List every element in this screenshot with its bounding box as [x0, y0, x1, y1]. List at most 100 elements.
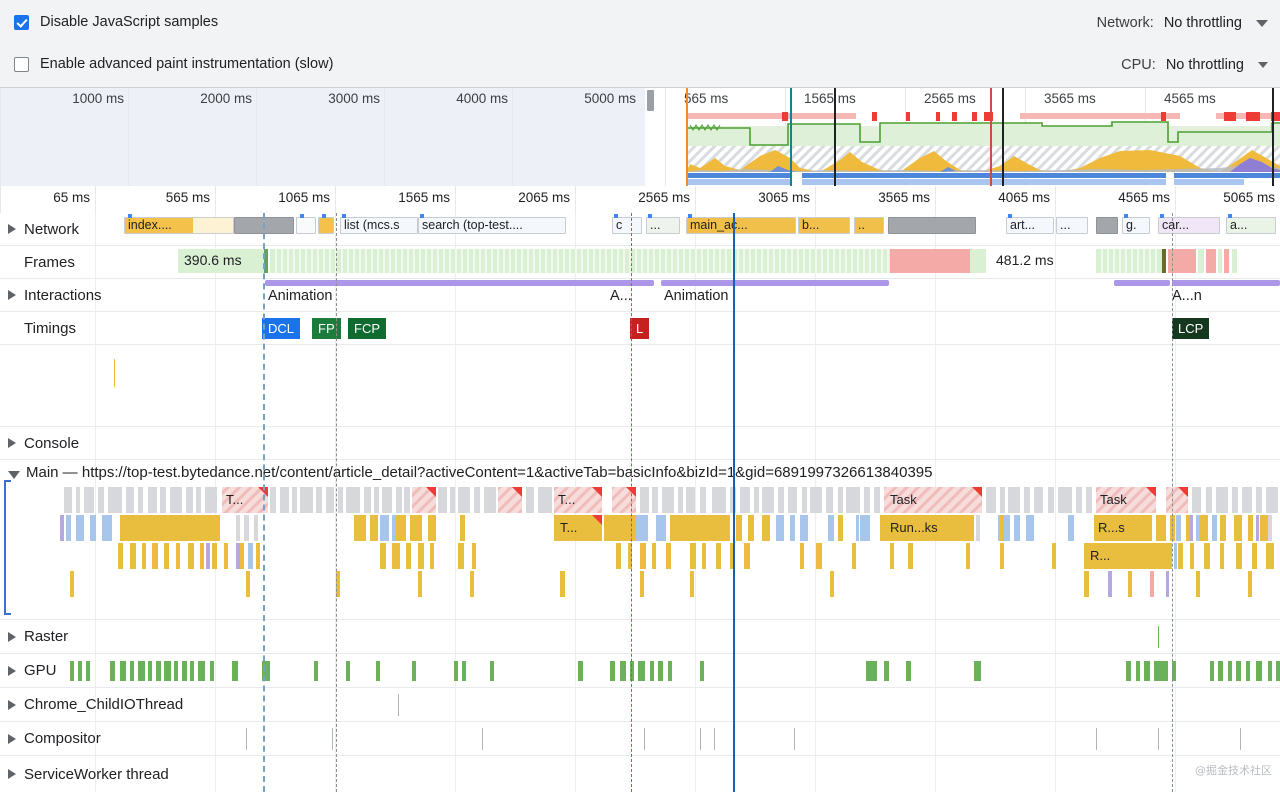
request-label: art... — [1010, 218, 1036, 232]
ruler-tick: 565 ms — [95, 186, 216, 213]
interaction-bar[interactable] — [661, 280, 889, 286]
ruler-tick: 2065 ms — [455, 186, 576, 213]
track-network-header[interactable]: Network — [0, 213, 79, 245]
flame-event-label: T... — [560, 520, 578, 535]
track-frames[interactable]: Frames 390.6 ms 481.2 ms — [0, 246, 1280, 279]
triangle-right-icon[interactable] — [8, 438, 16, 448]
flame-event-label: R...s — [1098, 520, 1125, 535]
track-interactions[interactable]: Interactions Animation A... Animation A.… — [0, 279, 1280, 312]
track-compositor-label: Compositor — [24, 730, 101, 747]
flame-event-label: Task — [1100, 492, 1127, 507]
main-flame-chart[interactable]: T... T... Task Task T... Run...ks R...s … — [0, 487, 1280, 617]
network-throttling-control[interactable]: Network: No throttling — [1097, 15, 1268, 31]
frame-duration-label: 390.6 ms — [184, 252, 242, 268]
triangle-right-icon[interactable] — [8, 733, 16, 744]
interaction-bar[interactable] — [265, 280, 623, 286]
network-request[interactable]: car... — [1158, 217, 1220, 234]
request-label: list (mcs.s — [344, 218, 400, 232]
chevron-down-icon[interactable] — [1256, 19, 1268, 27]
ruler-tick: 5065 ms — [1175, 186, 1280, 213]
compositor-tick — [794, 728, 795, 750]
track-raster[interactable]: Raster — [0, 620, 1280, 654]
compositor-tick — [332, 728, 333, 750]
network-request[interactable]: ... — [1056, 217, 1088, 234]
network-request[interactable] — [234, 217, 294, 234]
timing-badge-lcp[interactable]: LCP — [1172, 318, 1210, 339]
network-request[interactable] — [1096, 217, 1118, 234]
interaction-label: A... — [610, 288, 632, 304]
network-request[interactable]: a... — [1226, 217, 1276, 234]
timing-badge-dcl[interactable]: DCL — [262, 318, 301, 339]
track-console[interactable]: Console — [0, 427, 1280, 460]
network-request[interactable]: list (mcs.s — [340, 217, 418, 234]
cpu-throttling-control[interactable]: CPU: No throttling — [1121, 57, 1268, 73]
network-request[interactable] — [888, 217, 976, 234]
flame-event-label: T... — [558, 492, 576, 507]
ruler-tick: 2565 ms — [575, 186, 696, 213]
overview-marker-load — [990, 88, 992, 186]
capture-settings-toolbar: Disable JavaScript samples Enable advanc… — [0, 0, 1280, 88]
network-request[interactable] — [296, 217, 316, 234]
timing-badge-l[interactable]: L — [630, 318, 650, 339]
advanced-paint-instrumentation-checkbox[interactable] — [14, 56, 29, 72]
compositor-tick — [644, 728, 645, 750]
interaction-bar[interactable] — [1172, 280, 1280, 286]
triangle-right-icon[interactable] — [8, 290, 16, 300]
track-timings[interactable]: Timings DCL FP FCP L LCP — [0, 312, 1280, 345]
flame-chart-tracks[interactable]: Network index.... list (mcs.s search (to… — [0, 213, 1280, 792]
track-console-label: Console — [24, 434, 80, 452]
disable-js-samples-row[interactable]: Disable JavaScript samples — [14, 14, 218, 30]
ruler-tick: 4065 ms — [935, 186, 1056, 213]
track-gpu[interactable]: GPU — [0, 654, 1280, 688]
network-request[interactable]: search (top-test.... — [418, 217, 566, 234]
compositor-tick — [1240, 728, 1241, 750]
disable-js-samples-checkbox[interactable] — [14, 14, 29, 30]
network-request[interactable]: ... — [646, 217, 680, 234]
ruler-tick: 1565 ms — [335, 186, 456, 213]
network-request[interactable]: g. — [1122, 217, 1150, 234]
triangle-down-icon[interactable] — [8, 471, 20, 479]
advanced-paint-instrumentation-row[interactable]: Enable advanced paint instrumentation (s… — [14, 56, 333, 72]
track-serviceworker-thread-header[interactable]: ServiceWorker thread — [0, 756, 169, 792]
network-request[interactable]: .. — [854, 217, 884, 234]
timing-badge-fp[interactable]: FP — [312, 318, 341, 339]
timeline-cursor[interactable] — [733, 213, 735, 792]
overview-window-handle-left[interactable] — [647, 90, 654, 111]
timeline-overview[interactable]: 1000 ms 2000 ms 3000 ms 4000 ms 5000 ms … — [0, 88, 1280, 187]
network-request[interactable]: art... — [1006, 217, 1054, 234]
cio-tick — [398, 694, 399, 716]
track-serviceworker-thread[interactable]: ServiceWorker thread — [0, 756, 1280, 792]
interaction-bar[interactable] — [1114, 280, 1170, 286]
track-compositor-header[interactable]: Compositor — [0, 722, 101, 755]
network-request[interactable]: main_ac... — [686, 217, 796, 234]
triangle-right-icon[interactable] — [8, 699, 16, 710]
compositor-tick — [1096, 728, 1097, 750]
track-compositor[interactable]: Compositor — [0, 722, 1280, 756]
timing-badge-fcp[interactable]: FCP — [348, 318, 386, 339]
timeline-ruler: 65 ms 565 ms 1065 ms 1565 ms 2065 ms 256… — [0, 186, 1280, 214]
network-request[interactable] — [318, 217, 334, 234]
track-chrome-childiothread[interactable]: Chrome_ChildIOThread — [0, 688, 1280, 722]
triangle-right-icon[interactable] — [8, 631, 16, 642]
gpu-bars — [70, 661, 1280, 681]
network-request[interactable]: b... — [798, 217, 850, 234]
track-raster-header[interactable]: Raster — [0, 620, 68, 653]
raster-tick — [1158, 626, 1159, 648]
track-interactions-header[interactable]: Interactions — [0, 279, 102, 311]
track-main-header[interactable]: Main — https://top-test.bytedance.net/co… — [0, 460, 1280, 487]
compositor-tick — [246, 728, 247, 750]
compositor-tick — [714, 728, 715, 750]
triangle-right-icon[interactable] — [8, 769, 16, 779]
track-main[interactable]: Main — https://top-test.bytedance.net/co… — [0, 460, 1280, 620]
cpu-throttling-label: CPU: — [1121, 57, 1156, 73]
track-chrome-childiothread-header[interactable]: Chrome_ChildIOThread — [0, 688, 183, 721]
interaction-bar[interactable] — [608, 280, 654, 286]
chevron-down-icon[interactable] — [1258, 62, 1268, 68]
track-console-header[interactable]: Console — [0, 427, 79, 459]
request-label: index.... — [128, 218, 172, 232]
network-request[interactable]: index.... — [124, 217, 234, 234]
track-network[interactable]: Network index.... list (mcs.s search (to… — [0, 213, 1280, 246]
overview-marker-b — [1002, 88, 1004, 186]
network-request[interactable]: c — [612, 217, 642, 234]
triangle-right-icon[interactable] — [8, 224, 16, 234]
